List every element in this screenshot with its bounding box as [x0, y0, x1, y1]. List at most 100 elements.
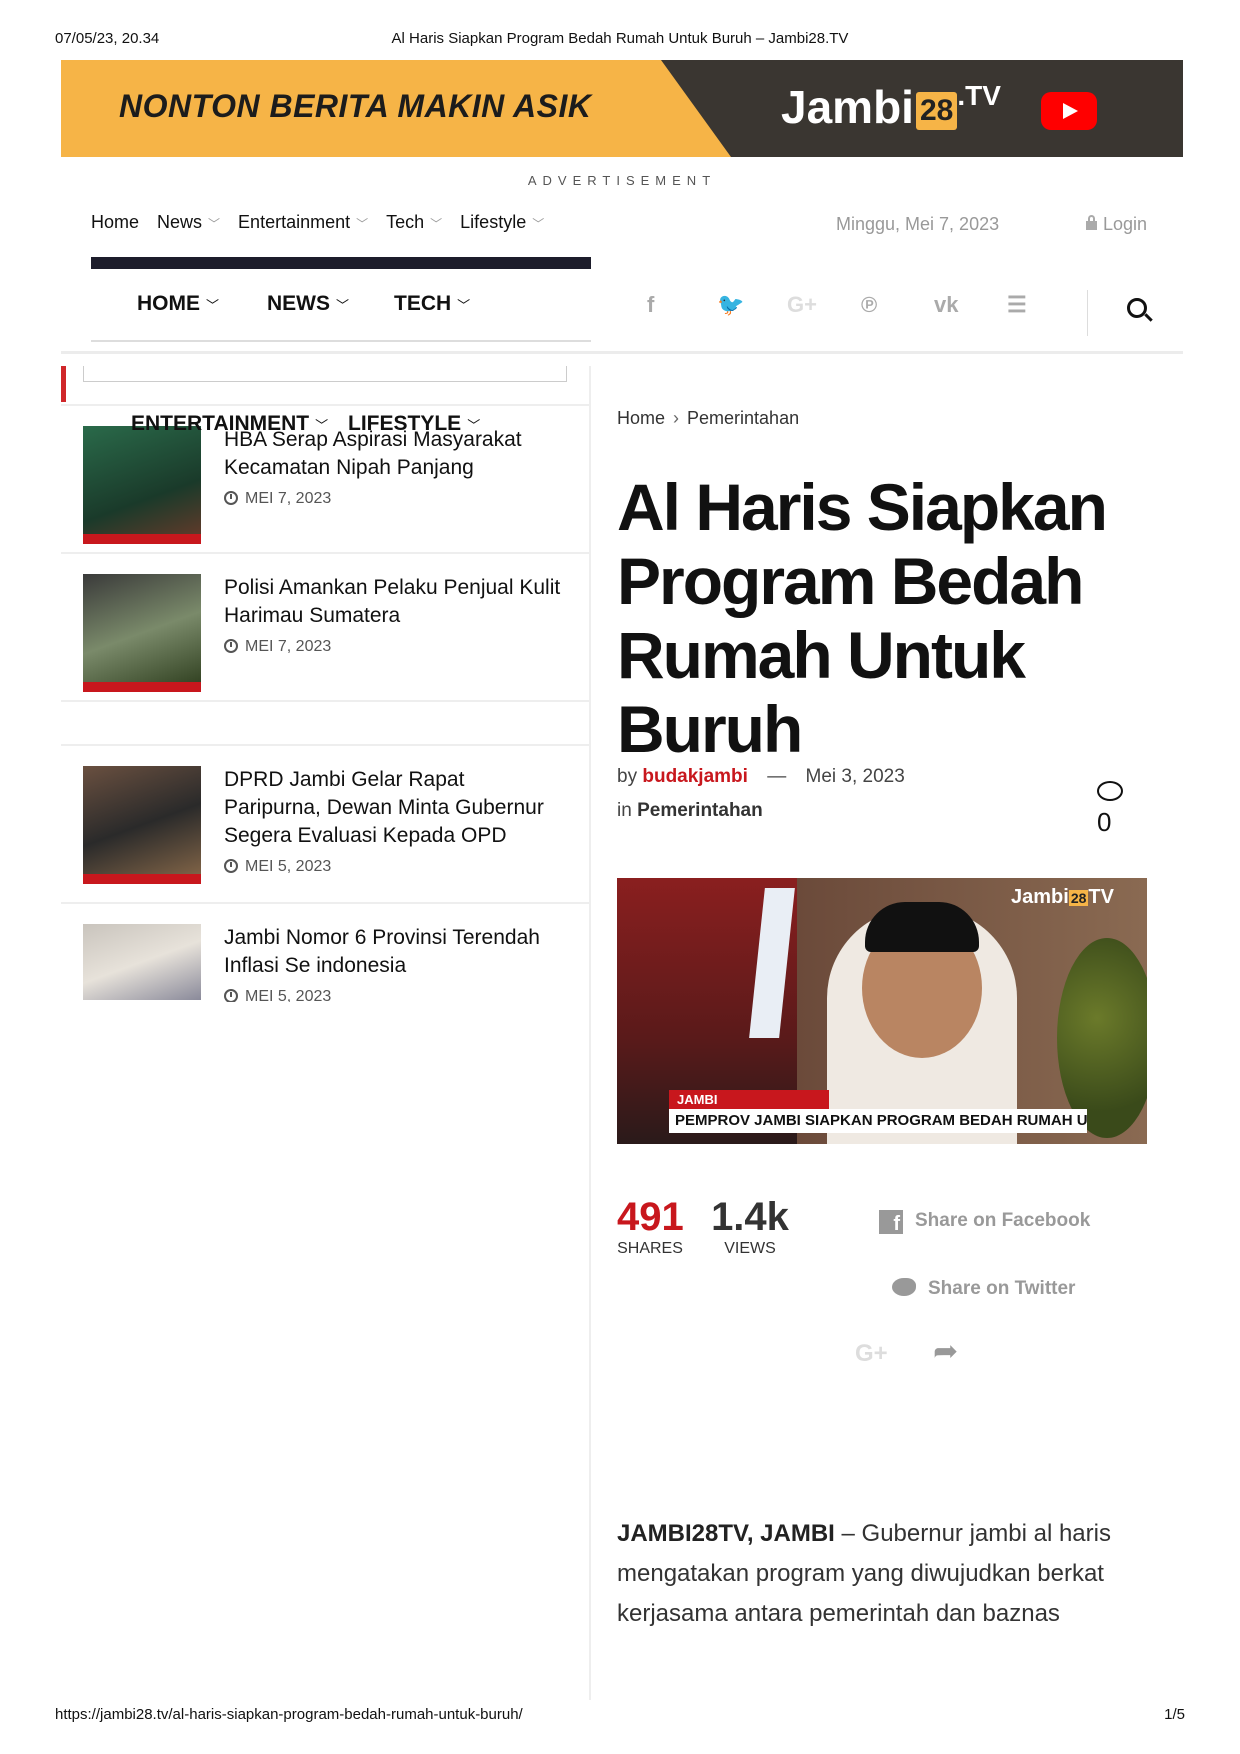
topnav-tech[interactable]: Tech ﹀: [386, 212, 442, 233]
clock-icon: [224, 989, 238, 1002]
nav-divider: [1087, 290, 1088, 336]
twitter-icon[interactable]: 🐦: [717, 292, 744, 318]
current-date: Minggu, Mei 7, 2023: [836, 214, 1000, 234]
article-lede: JAMBI28TV, JAMBI – Gubernur jambi al har…: [617, 1514, 1147, 1634]
chevron-down-icon: ﹀: [467, 418, 481, 433]
youtube-play-icon[interactable]: [1041, 92, 1097, 130]
chevron-right-icon: ›: [673, 408, 680, 428]
clock-icon: [224, 491, 238, 505]
list-item[interactable]: DPRD Jambi Gelar Rapat Paripurna, Dewan …: [61, 744, 591, 902]
print-footer: https://jambi28.tv/al-haris-siapkan-prog…: [55, 1706, 1185, 1726]
views-label: VIEWS: [724, 1240, 776, 1257]
pinterest-icon[interactable]: ℗: [861, 292, 877, 318]
breadcrumb-home[interactable]: Home: [617, 408, 665, 428]
share-forward-icon[interactable]: ➦: [933, 1334, 958, 1369]
article-byline: by budakjambi — Mei 3, 2023: [617, 766, 905, 788]
shares-count: 491: [617, 1195, 684, 1239]
share-twitter-button[interactable]: Share on Twitter: [892, 1278, 1122, 1300]
empty-slot: [61, 700, 591, 744]
banner-slogan: NONTON BERITA MAKIN ASIK: [119, 88, 592, 124]
mainnav-lifestyle[interactable]: LIFESTYLE ﹀: [348, 412, 480, 436]
google-plus-icon[interactable]: G+: [855, 1340, 888, 1368]
shares-stat: 491 SHARES: [617, 1195, 684, 1258]
clock-icon: [224, 859, 238, 873]
chevron-down-icon: ﹀: [208, 217, 221, 231]
topnav-news[interactable]: News ﹀: [157, 212, 220, 233]
post-date-label: MEI 7, 2023: [245, 638, 332, 655]
sidebar-accent-bar: [61, 366, 66, 402]
banner-logo-suffix: .TV: [957, 80, 1001, 111]
banner-logo-number: 28: [915, 91, 958, 130]
top-bar: Home News ﹀ Entertainment ﹀ Tech ﹀ Lifestyl…: [61, 200, 1183, 342]
post-date-label: MEI 7, 2023: [245, 490, 332, 507]
rss-icon[interactable]: ☰: [1007, 292, 1027, 318]
post-thumbnail[interactable]: [83, 766, 201, 884]
author-link[interactable]: budakjambi: [642, 766, 748, 787]
mainnav-lifestyle-label: LIFESTYLE: [348, 412, 462, 435]
mainnav-news-label: NEWS: [267, 292, 330, 315]
banner-logo: Jambi 28 .TV: [781, 80, 1001, 134]
sidebar-frame: [83, 366, 567, 382]
clock-icon: [224, 639, 238, 653]
breadcrumb-category[interactable]: Pemerintahan: [687, 408, 799, 428]
facebook-icon: f: [879, 1210, 903, 1235]
mainnav-entertainment[interactable]: ENTERTAINMENT ﹀: [131, 412, 328, 436]
main-nav: HOME ﹀ NEWS ﹀ TECH ﹀ f 🐦 G+ ℗ vk ☰: [61, 270, 1183, 354]
image-watermark: Jambi 28 TV: [1011, 886, 1114, 909]
article-title: Al Haris Siapkan Program Bedah Rumah Unt…: [617, 470, 1108, 766]
mainnav-home[interactable]: HOME ﹀: [137, 292, 219, 316]
post-date-label: MEI 5, 2023: [245, 988, 332, 1002]
post-thumbnail[interactable]: [83, 924, 201, 1000]
byline-dash: —: [767, 766, 787, 787]
share-twitter-label: Share on Twitter: [928, 1278, 1076, 1299]
image-cap: [865, 902, 979, 952]
list-item[interactable]: Jambi Nomor 6 Provinsi Terendah Inflasi …: [61, 902, 591, 1002]
sidebar: HBA Serap Aspirasi Masyarakat Kecamatan …: [61, 366, 591, 1700]
chevron-down-icon: ﹀: [532, 217, 545, 231]
post-thumbnail[interactable]: [83, 574, 201, 692]
post-date: MEI 7, 2023: [224, 490, 331, 508]
post-date: MEI 5, 2023: [224, 858, 331, 876]
chevron-down-icon: ﹀: [315, 418, 329, 433]
comments-link[interactable]: 0: [1097, 776, 1147, 838]
post-thumbnail[interactable]: [83, 426, 201, 544]
topnav-home-label: Home: [91, 212, 140, 232]
lede-dateline: JAMBI28TV, JAMBI: [617, 1520, 835, 1547]
chevron-down-icon: ﹀: [457, 298, 471, 313]
topnav-tech-label: Tech: [386, 212, 425, 232]
topnav-lifestyle[interactable]: Lifestyle ﹀: [460, 212, 544, 233]
mainnav-tech[interactable]: TECH ﹀: [394, 292, 470, 316]
list-item[interactable]: Polisi Amankan Pelaku Penjual Kulit Hari…: [61, 552, 591, 700]
post-title[interactable]: Jambi Nomor 6 Provinsi Terendah Inflasi …: [224, 924, 564, 980]
topnav-home[interactable]: Home: [91, 212, 139, 233]
chevron-down-icon: ﹀: [336, 298, 350, 313]
lock-icon: [1086, 215, 1097, 230]
post-title[interactable]: Polisi Amankan Pelaku Penjual Kulit Hari…: [224, 574, 564, 630]
image-tag: JAMBI: [669, 1090, 829, 1109]
post-title[interactable]: DPRD Jambi Gelar Rapat Paripurna, Dewan …: [224, 766, 564, 850]
print-header: 07/05/23, 20.34 Al Haris Siapkan Program…: [55, 30, 1185, 50]
mainnav-news[interactable]: NEWS ﹀: [267, 292, 349, 316]
top-nav: Home News ﹀ Entertainment ﹀ Tech ﹀ Lifestyl…: [91, 212, 562, 233]
search-icon[interactable]: [1127, 298, 1147, 318]
facebook-icon[interactable]: f: [647, 292, 654, 318]
topnav-lifestyle-label: Lifestyle: [460, 212, 527, 232]
advertisement-label: ADVERTISEMENT: [527, 173, 717, 188]
post-date-label: MEI 5, 2023: [245, 858, 332, 875]
shares-label: SHARES: [617, 1240, 683, 1257]
print-url: https://jambi28.tv/al-haris-siapkan-prog…: [55, 1706, 523, 1723]
views-count: 1.4k: [711, 1195, 789, 1239]
breadcrumb: Home › Pemerintahan: [617, 408, 799, 429]
google-plus-icon[interactable]: G+: [787, 292, 817, 318]
thumbnail-strip: [83, 874, 201, 884]
share-facebook-button[interactable]: f Share on Facebook: [879, 1210, 1129, 1235]
post-date: MEI 5, 2023: [224, 988, 331, 1002]
login-link[interactable]: Login: [1086, 214, 1147, 235]
ad-banner[interactable]: NONTON BERITA MAKIN ASIK Jambi 28 .TV: [61, 60, 1183, 157]
article-date: Mei 3, 2023: [805, 766, 905, 787]
watermark-number: 28: [1068, 890, 1089, 906]
vk-icon[interactable]: vk: [934, 292, 958, 318]
post-date: MEI 7, 2023: [224, 638, 331, 656]
topnav-entertainment[interactable]: Entertainment ﹀: [238, 212, 368, 233]
category-link[interactable]: Pemerintahan: [637, 800, 763, 821]
